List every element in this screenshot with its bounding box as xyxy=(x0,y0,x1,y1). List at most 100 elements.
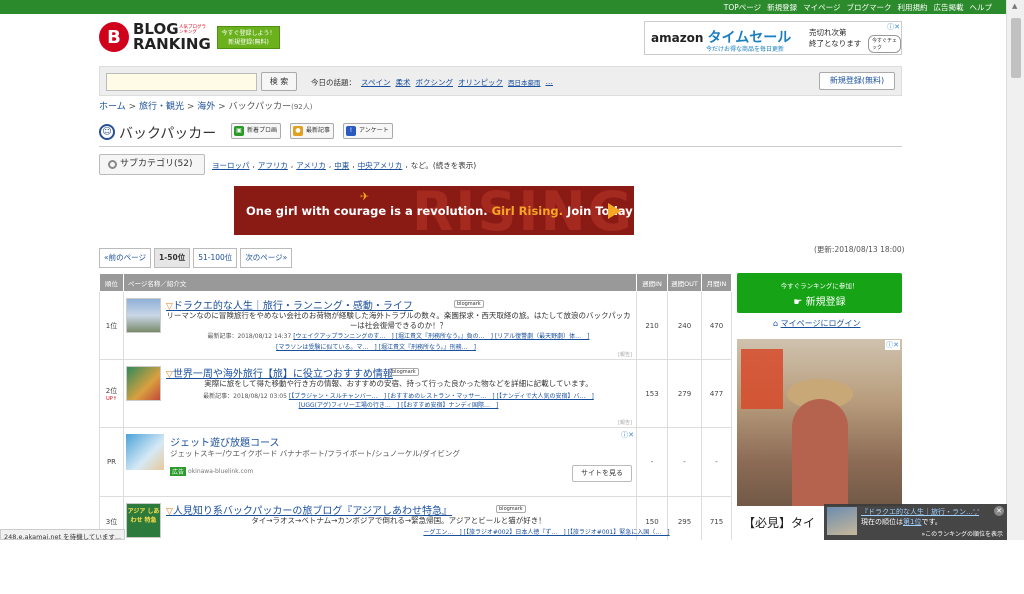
popup-line2c: です。 xyxy=(921,518,942,526)
amazon-right2: 終了となります xyxy=(809,39,862,48)
play-arrow-icon xyxy=(608,203,621,219)
more-links[interactable]: [マラソンは受験に似ている。マ… ] [堀江貴文『刑務所なう。』刑務… ] xyxy=(276,344,476,351)
bird-icon: ✈ xyxy=(360,190,370,203)
pr-thumbnail[interactable] xyxy=(126,434,164,470)
in-week: 153 xyxy=(636,359,668,428)
latest-label: 最新記事：2018/08/12 03:05 xyxy=(203,393,287,400)
amazon-check-button[interactable]: 今すぐチェック xyxy=(868,35,901,53)
pr-ad-cell[interactable]: ジェット遊び放題コース ジェットスキー/ウエイクボード バナナボート/フライボー… xyxy=(123,427,637,497)
logo-line2: RANKING xyxy=(133,35,211,53)
register-button[interactable]: 新規登録(無料) xyxy=(819,72,895,90)
page-51-100[interactable]: 51-100位 xyxy=(193,248,238,268)
rank-up-icon: UP↑ xyxy=(106,395,117,402)
header-in: 週間IN xyxy=(636,273,668,292)
rank-label: 2位 xyxy=(105,386,118,395)
site-logo[interactable]: B BLOG RANKING 人気ブログランキング xyxy=(99,22,211,52)
latest-links[interactable]: ーグエン… ] [【旅ラジオ#002】日本人徳『ず… ] [【旅ラジオ#001】… xyxy=(423,529,669,536)
blogmark-tag[interactable]: blogmark xyxy=(496,505,526,513)
latest-links[interactable]: [ウェイクアップランニングのす… ] [堀江貴文『刑務所なう。』負の… ] [リ… xyxy=(293,333,589,340)
blog-title-link[interactable]: ▽人見知り系バックパッカーの旅ブログ『アジアしあわせ特急』 xyxy=(166,502,452,517)
blog-title-link[interactable]: ▽ドラクエ的な人生｜旅行・ランニング・感動・ライフ xyxy=(166,297,413,312)
amazon-ad[interactable]: amazon タイムセール 今だけお得な商品を毎日更新 売切れ次第 終了となります… xyxy=(644,21,902,55)
popup-line2a: 現在の順位は xyxy=(861,518,903,526)
girl-rising-banner[interactable]: RISING ✈ One girl with courage is a revo… xyxy=(234,186,634,235)
topic-link[interactable]: ボクシング xyxy=(415,77,453,88)
ad-choices-icon[interactable]: ⓘ✕ xyxy=(621,430,634,440)
mypage-login-text[interactable]: マイページにログイン xyxy=(781,319,861,328)
nav-register[interactable]: 新規登録 xyxy=(767,2,797,13)
close-icon[interactable]: ✕ xyxy=(994,506,1004,516)
subcategory-button[interactable]: サブカテゴリ(52) xyxy=(99,154,205,175)
subcategory-label: サブカテゴリ(52) xyxy=(120,159,193,169)
latest-links[interactable]: [【ブラジャン・スルチャンバー… ] [おすすめのレストラン・マッサー… ] [… xyxy=(289,393,594,400)
in-week: 210 xyxy=(636,291,668,360)
nav-ads[interactable]: 広告掲載 xyxy=(934,2,964,13)
topic-link[interactable]: 柔术 xyxy=(395,77,410,88)
nav-mypage[interactable]: マイページ xyxy=(803,2,840,13)
subcat-link[interactable]: アメリカ xyxy=(296,160,326,171)
subcat-link[interactable]: 中央アメリカ xyxy=(358,160,403,171)
vertical-scrollbar[interactable]: ▲ xyxy=(1006,0,1024,540)
nav-top[interactable]: TOPページ xyxy=(724,2,761,13)
subcat-more[interactable]: など。(続きを表示) xyxy=(411,160,476,171)
topic-link[interactable]: オリンピック xyxy=(458,77,503,88)
ranking-popup[interactable]: 『ドラクエ的な人生｜旅行・ラン…',' 現在の順位は第1位です。 »このランキン… xyxy=(824,504,1007,540)
mypage-login-link[interactable]: ⌂ マイページにログイン xyxy=(773,318,860,329)
latest-articles-button[interactable]: ● 最新記事 xyxy=(290,123,335,139)
subcategory-links: ヨーロッパ, アフリカ, アメリカ, 中東, 中央アメリカ, など。(続きを表示… xyxy=(212,160,477,171)
blog-thumbnail[interactable]: アジア しあわせ 特急 xyxy=(126,503,161,538)
survey-button[interactable]: ! アンケート xyxy=(343,123,393,139)
nav-blogmark[interactable]: ブログマーク xyxy=(847,2,892,13)
pr-dash: - xyxy=(636,427,668,497)
more-links[interactable]: [UGG(アグ)フィリー工場の行き… ] [【おすすめ安宿】ナンディ国際… ] xyxy=(299,402,499,409)
table-row: 1位 ▽ドラクエ的な人生｜旅行・ランニング・感動・ライフ blogmark リー… xyxy=(99,291,732,360)
nav-help[interactable]: ヘルプ xyxy=(970,2,993,13)
latest-articles: 最新記事：2018/08/12 03:05 [【ブラジャン・スルチャンバー… ]… xyxy=(166,393,631,401)
blog-thumbnail[interactable] xyxy=(126,366,161,401)
ad-choices-icon[interactable]: ⓘ✕ xyxy=(887,22,900,32)
next-page-button[interactable]: 次のページ» xyxy=(240,248,293,268)
todays-topics: 今日の話題： スペイン 柔术 ボクシング オリンピック 西日本豪雨 … xyxy=(311,77,553,88)
search-button[interactable]: 検 索 xyxy=(261,72,297,91)
blog-title-link[interactable]: ▽世界一周や海外旅行【旅】に役立つおすすめ情報 xyxy=(166,365,393,380)
ad-choices-icon[interactable]: ⓘ✕ xyxy=(885,340,900,350)
nav-terms[interactable]: 利用規約 xyxy=(898,2,928,13)
blog-description: タイ→ラオス→ベトナム→カンボジアで倒れる→緊急帰国。アジアとビールと猫が好き！ xyxy=(251,516,546,525)
breadcrumb: ホーム > 旅行・観光 > 海外 > バックパッカー(92人) xyxy=(99,102,313,112)
scrollbar-thumb[interactable] xyxy=(1011,18,1021,78)
breadcrumb-overseas[interactable]: 海外 xyxy=(197,102,215,112)
topic-link[interactable]: 西日本豪雨 xyxy=(508,77,541,88)
pr-title[interactable]: ジェット遊び放題コース xyxy=(170,434,280,449)
join-ranking-button[interactable]: 今すぐランキングに参加！ ☛ 新規登録 xyxy=(737,273,902,313)
table-row: 3位 アジア しあわせ 特急 ▽人見知り系バックパッカーの旅ブログ『アジアしあわ… xyxy=(99,496,732,547)
visit-site-button[interactable]: サイトを見る xyxy=(572,465,632,482)
table-row: 2位 UP↑ ▽世界一周や海外旅行【旅】に役立つおすすめ情報 blogmark 実… xyxy=(99,359,732,428)
popup-rank[interactable]: 第1位 xyxy=(903,518,921,526)
join-line1: 今すぐランキングに参加！ xyxy=(780,282,859,290)
blogmark-tag[interactable]: blogmark xyxy=(389,368,419,376)
prev-page-button[interactable]: «前のページ xyxy=(99,248,151,268)
blogmark-tag[interactable]: blogmark xyxy=(454,300,484,308)
scroll-up-icon[interactable]: ▲ xyxy=(1012,2,1017,10)
pr-label: PR xyxy=(99,427,124,497)
blog-thumbnail[interactable] xyxy=(126,298,161,333)
pr-url: okinawa-bluelink.com xyxy=(188,468,254,475)
breadcrumb-home[interactable]: ホーム xyxy=(99,102,126,112)
search-input[interactable] xyxy=(106,73,257,91)
subcat-link[interactable]: 中東 xyxy=(334,160,349,171)
report-link[interactable]: [報告] xyxy=(618,419,632,426)
breadcrumb-travel[interactable]: 旅行・観光 xyxy=(139,102,184,112)
popup-show-ranking[interactable]: »このランキングの順位を表示 xyxy=(922,529,1004,538)
breadcrumb-count: (92人) xyxy=(291,103,313,111)
register-badge[interactable]: 今すぐ登録しよう！ 新規登録(無料) xyxy=(217,26,280,49)
topic-link[interactable]: スペイン xyxy=(361,77,390,88)
top-nav: TOPページ 新規登録 マイページ ブログマーク 利用規約 広告掲載 ヘルプ xyxy=(0,0,1006,14)
new-pro-button[interactable]: ▣ 新着プロ画 xyxy=(231,123,282,139)
subcat-link[interactable]: アフリカ xyxy=(258,160,288,171)
survey-label: アンケート xyxy=(359,127,389,134)
popup-title[interactable]: 『ドラクエ的な人生｜旅行・ラン…',' xyxy=(861,508,979,516)
topics-more[interactable]: … xyxy=(545,77,553,88)
amazon-sale: タイムセール xyxy=(707,30,792,46)
report-link[interactable]: [報告] xyxy=(618,351,632,358)
subcat-link[interactable]: ヨーロッパ xyxy=(212,160,250,171)
